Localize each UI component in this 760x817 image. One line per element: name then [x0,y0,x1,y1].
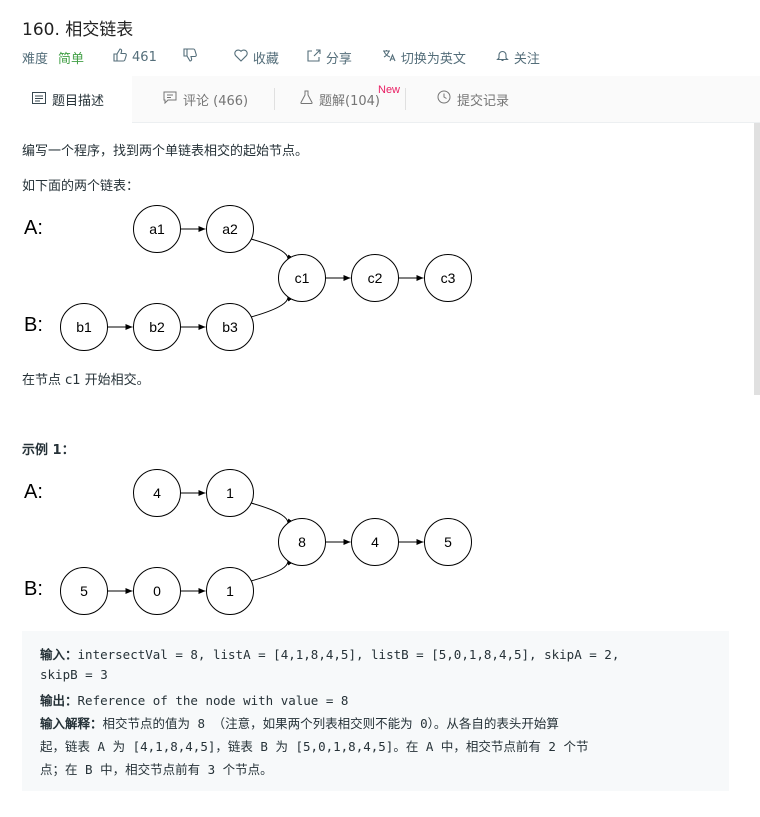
svg-text:1: 1 [226,485,234,501]
list-node: 5 [60,567,108,615]
svg-text:c1: c1 [295,270,310,286]
description-intro: 编写一个程序，找到两个单链表相交的起始节点。 [22,144,309,159]
list-node: a2 [206,205,254,253]
list-node: 0 [133,567,181,615]
svg-text:a2: a2 [222,221,238,237]
list-node: 5 [424,518,472,566]
favorite-label: 收藏 [252,51,279,67]
svg-text:a1: a1 [149,221,165,237]
switch-language-label: 切换为英文 [400,51,466,67]
list-node: c2 [351,254,399,302]
svg-text:4: 4 [371,534,379,550]
problem-meta-bar: 难度 简单 461 收藏 分享 切换为英文 关注 [22,47,540,67]
list-node: c3 [424,254,472,302]
svg-text:1: 1 [226,583,234,599]
example-output-line: 输出：Reference of the node with value = 8 [40,690,348,709]
share-button[interactable]: 分享 [307,48,352,67]
list-node: 1 [206,567,254,615]
link-arrow [250,238,294,263]
example-input-line: 输入：intersectVal = 8, listA = [4,1,8,4,5]… [40,644,619,663]
list-node: 8 [278,518,326,566]
heart-icon [234,49,248,66]
linked-list-diagram: a1 a2 b1 b2 b3 c1 c2 c3 [60,205,472,351]
svg-text:b3: b3 [222,319,238,335]
favorite-button[interactable]: 收藏 [234,48,279,67]
thumbs-down-icon [183,48,197,66]
dislike-button[interactable] [183,48,202,66]
like-count: 461 [132,49,157,65]
svg-text:b1: b1 [76,319,92,335]
list-node: 1 [206,469,254,517]
list-node: b1 [60,303,108,351]
tab-comments-label: 评论 (466) [183,93,249,109]
clock-icon [437,90,451,108]
tab-submissions-label: 提交记录 [457,93,510,109]
svg-text:b2: b2 [149,319,165,335]
example-input-line: skipB = 3 [40,667,108,682]
comment-icon [163,91,177,108]
tab-divider [274,88,275,110]
list-node: 4 [351,518,399,566]
svg-text:8: 8 [298,534,306,550]
output-value: Reference of the node with value = 8 [77,693,349,708]
example-linked-list-diagram: 4 1 5 0 1 8 4 5 [60,469,472,615]
tab-divider [405,88,406,110]
tab-description-label: 题目描述 [52,94,105,109]
description-after: 在节点 c1 开始相交。 [22,373,150,388]
list-node: b2 [133,303,181,351]
tab-submissions[interactable]: 提交记录 [437,76,509,122]
svg-text:c2: c2 [368,270,383,286]
description-icon [32,91,46,108]
tab-bar: 题目描述 评论 (466) 题解(104) New 提交记录 [0,76,760,123]
new-badge: New [378,84,401,96]
svg-text:0: 0 [153,583,161,599]
tab-comments[interactable]: 评论 (466) [163,76,248,122]
explain-key: 输入解释： [40,716,103,731]
problem-header: 160. 相交链表 难度 简单 461 收藏 分享 切换为英文 关注 [0,0,760,76]
tab-solutions[interactable]: 题解(104) [300,76,380,122]
link-arrow [250,502,294,527]
svg-text:5: 5 [80,583,88,599]
list-node: 4 [133,469,181,517]
description-lead: 如下面的两个链表： [22,179,140,194]
list-node: a1 [133,205,181,253]
scrollbar[interactable] [754,123,760,395]
explain-value: 相交节点的值为 8 （注意，如果两个列表相交则不能为 0）。从各自的表头开始算 [102,716,559,731]
thumbs-up-icon [113,48,127,66]
list-node: b3 [206,303,254,351]
page-title: 160. 相交链表 [22,20,134,40]
example-explain-line: 点；在 B 中，相交节点前有 3 个节点。 [40,762,273,777]
output-key: 输出： [40,693,78,708]
tab-description[interactable]: 题目描述 [0,76,132,123]
svg-text:c3: c3 [441,270,456,286]
link-arrow [250,293,294,318]
example-explain-line: 起，链表 A 为 [4,1,8,4,5]，链表 B 为 [5,0,1,8,4,5… [40,739,589,754]
example-explain-line: 输入解释：相交节点的值为 8 （注意，如果两个列表相交则不能为 0）。从各自的表… [40,713,559,732]
flask-icon [300,90,313,108]
share-label: 分享 [325,51,352,67]
example-title: 示例 1： [22,443,75,458]
input-key: 输入： [40,647,78,662]
share-icon [307,48,321,66]
follow-button[interactable]: 关注 [496,48,540,67]
example-code-block: 输入：intersectVal = 8, listA = [4,1,8,4,5]… [22,631,729,791]
tab-solutions-label: 题解(104) [319,93,380,109]
follow-label: 关注 [513,51,540,67]
input-value: intersectVal = 8, listA = [4,1,8,4,5], l… [77,647,620,662]
difficulty-label: 难度 [22,51,49,67]
svg-text:5: 5 [444,534,452,550]
like-button[interactable]: 461 [113,48,157,66]
switch-language-button[interactable]: 切换为英文 [382,48,466,67]
translate-icon [382,49,396,66]
bell-icon [496,49,509,66]
svg-text:4: 4 [153,485,161,501]
difficulty-value: 简单 [58,51,85,67]
list-node: c1 [278,254,326,302]
link-arrow [250,557,294,582]
